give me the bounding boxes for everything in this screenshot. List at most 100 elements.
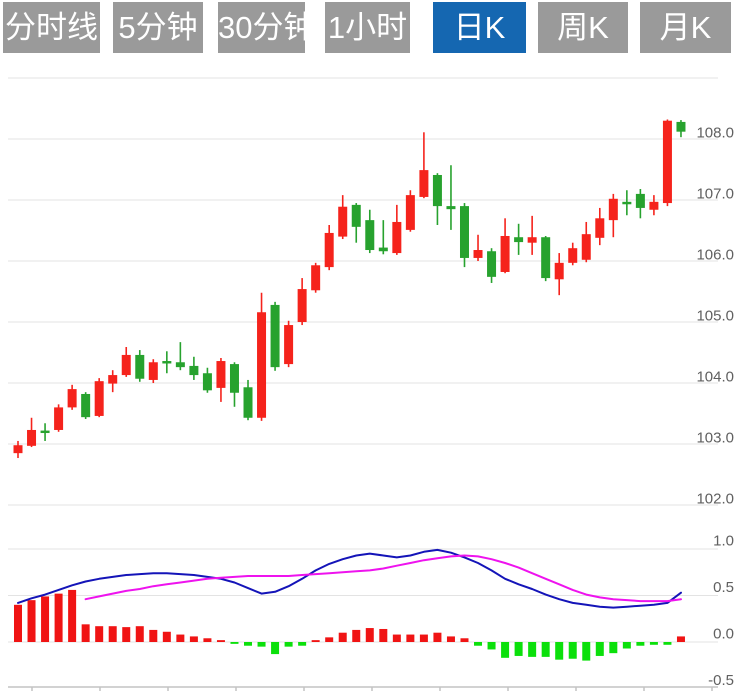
macd-bar-positive: [68, 590, 76, 642]
macd-bar-positive: [109, 626, 117, 642]
candle-body: [528, 237, 537, 242]
macd-bar-negative: [569, 642, 577, 659]
candle-body: [14, 445, 23, 453]
candle-body: [338, 207, 347, 237]
candle-body: [582, 234, 591, 260]
candle-body: [176, 362, 185, 367]
candle-body: [203, 373, 212, 390]
price-axis-label: 108.0: [696, 125, 734, 142]
candle-body: [68, 389, 77, 407]
macd-histogram: [14, 590, 685, 661]
macd-bar-negative: [258, 642, 266, 647]
indicator-axis-label: 0.5: [713, 579, 734, 596]
price-axis-label: 105.0: [696, 308, 734, 325]
dea-line: [86, 556, 681, 602]
macd-bar-positive: [55, 594, 63, 642]
candle-body: [122, 355, 131, 375]
macd-bar-positive: [136, 626, 144, 642]
indicator-axis-label: -0.5: [708, 672, 734, 689]
price-axis-label: 104.0: [696, 369, 734, 386]
candle-body: [663, 121, 672, 203]
chart-canvas: 108.0107.0106.0105.0104.0103.0102.01.00.…: [0, 0, 754, 691]
macd-bar-positive: [82, 624, 90, 642]
candle-body: [365, 220, 374, 250]
candle-body: [189, 366, 198, 375]
macd-bar-positive: [190, 636, 198, 642]
candle-body: [81, 394, 90, 417]
macd-bar-positive: [393, 635, 401, 642]
macd-bar-negative: [528, 642, 536, 657]
macd-bar-positive: [406, 635, 414, 642]
price-axis-labels: 108.0107.0106.0105.0104.0103.0102.0: [696, 125, 734, 508]
price-axis-label: 107.0: [696, 186, 734, 203]
macd-bar-positive: [149, 630, 157, 642]
tab-period-2[interactable]: 30分钟: [218, 2, 305, 53]
candle-body: [568, 248, 577, 263]
indicator-axis-label: 1.0: [713, 533, 734, 550]
macd-bar-negative: [515, 642, 523, 656]
tab-period-0[interactable]: 分时线: [3, 2, 100, 53]
candle-body: [446, 206, 455, 209]
candle-body: [460, 206, 469, 258]
macd-bar-positive: [420, 635, 428, 642]
tab-period-1[interactable]: 5分钟: [113, 2, 203, 53]
tab-period-6[interactable]: 月K: [640, 2, 731, 53]
macd-bar-negative: [663, 642, 671, 645]
candle-body: [311, 265, 320, 290]
candle-body: [27, 430, 36, 446]
candle-body: [54, 407, 63, 430]
candle-body: [257, 312, 266, 418]
candle-body: [162, 361, 171, 363]
candle-body: [419, 170, 428, 197]
macd-bar-negative: [623, 642, 631, 649]
macd-bar-negative: [636, 642, 644, 646]
candle-body: [501, 236, 510, 272]
candle-body: [135, 355, 144, 379]
candle-body: [95, 381, 104, 416]
macd-bar-negative: [609, 642, 617, 653]
period-tabbar: 分时线 5分钟 30分钟 1小时日K周K月K: [3, 2, 731, 53]
macd-bar-positive: [447, 636, 455, 642]
candle-body: [433, 175, 442, 206]
tab-active-period-4[interactable]: 日K: [433, 2, 526, 53]
macd-bar-positive: [677, 636, 685, 642]
macd-bar-positive: [433, 633, 441, 642]
candle-body: [514, 237, 523, 242]
candle-body: [230, 364, 239, 393]
macd-bar-negative: [244, 642, 252, 646]
candle-body: [676, 122, 685, 132]
macd-bar-positive: [366, 628, 374, 642]
macd-bar-negative: [271, 642, 279, 654]
macd-bar-negative: [555, 642, 563, 660]
macd-bar-positive: [14, 605, 22, 642]
candle-body: [406, 195, 415, 230]
indicator-axis-label: 0.0: [713, 626, 734, 643]
macd-bar-negative: [474, 642, 482, 646]
macd-bar-positive: [339, 633, 347, 642]
candle-body: [474, 250, 483, 258]
candle-body: [622, 202, 631, 204]
macd-bar-positive: [217, 640, 225, 642]
candle-body: [487, 251, 496, 277]
macd-bar-positive: [41, 596, 49, 642]
price-axis-label: 106.0: [696, 247, 734, 264]
kline-chart-widget: 108.0107.0106.0105.0104.0103.0102.01.00.…: [0, 0, 754, 691]
tab-period-5[interactable]: 周K: [538, 2, 628, 53]
candle-body: [352, 205, 361, 227]
tab-period-3[interactable]: 1小时: [325, 2, 410, 53]
candle-body: [379, 248, 388, 252]
candle-body: [271, 305, 280, 367]
macd-bar-positive: [352, 630, 360, 642]
macd-bar-negative: [542, 642, 550, 657]
candle-body: [555, 263, 564, 279]
candle-body: [392, 222, 401, 253]
candle-body: [541, 237, 550, 278]
price-axis-label: 102.0: [696, 491, 734, 508]
macd-bar-positive: [28, 600, 36, 642]
macd-bar-positive: [163, 632, 171, 642]
candle-body: [149, 362, 158, 380]
macd-bar-negative: [488, 642, 496, 649]
candle-body: [609, 199, 618, 220]
candlestick-series: [14, 119, 686, 458]
candle-body: [216, 361, 225, 388]
